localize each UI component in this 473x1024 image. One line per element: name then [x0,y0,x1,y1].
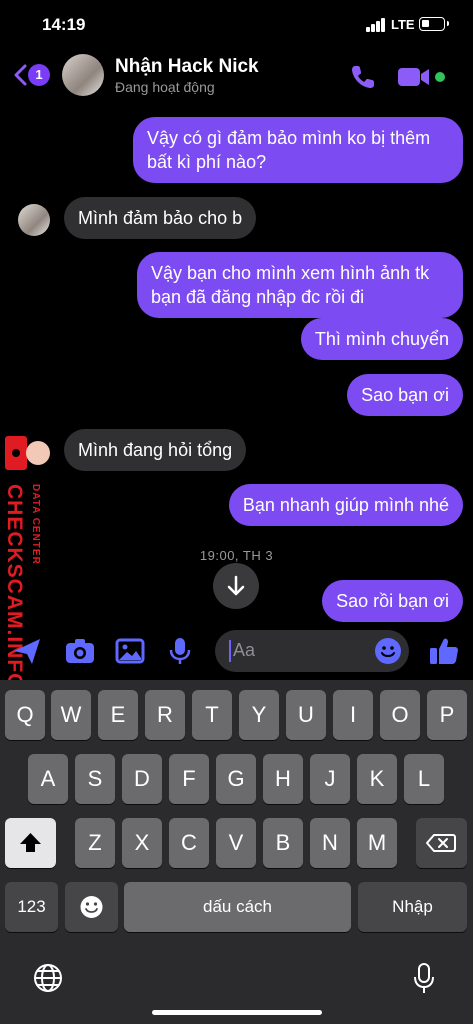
contact-status: Đang hoạt động [115,79,215,95]
key-w[interactable]: W [51,690,91,740]
phone-call-icon[interactable] [348,62,378,92]
globe-icon[interactable] [32,962,64,994]
backspace-key[interactable] [416,818,467,868]
key-k[interactable]: K [357,754,397,804]
unread-badge: 1 [28,64,50,86]
scroll-to-bottom-button[interactable] [213,563,259,609]
emoji-keyboard-icon [80,896,103,918]
shift-arrow-icon [20,833,41,852]
key-g[interactable]: G [216,754,256,804]
online-indicator [435,72,445,82]
camera-icon[interactable] [63,634,97,668]
thumbs-up-icon[interactable] [427,634,461,668]
backspace-icon [426,834,456,852]
key-x[interactable]: X [122,818,162,868]
status-time: 14:19 [42,15,86,34]
key-n[interactable]: N [310,818,350,868]
key-j[interactable]: J [310,754,350,804]
time-separator: 19:00, TH 3 [199,548,274,563]
conversation-header: 1 Nhận Hack Nick Đang hoạt động [0,48,473,104]
message-bubble-outgoing[interactable]: Vậy có gì đảm bảo mình ko bị thêm bất kì… [133,117,463,183]
emoji-key[interactable] [65,882,118,932]
contact-avatar-small [18,204,50,236]
numbers-key[interactable]: 123 [5,882,58,932]
key-y[interactable]: Y [239,690,279,740]
key-v[interactable]: V [216,818,256,868]
contact-avatar[interactable] [62,54,104,96]
keyboard: Q W E R T Y U I O P A S D F G H J K L Z … [0,680,473,1024]
message-input-placeholder: Aa [233,640,256,660]
key-c[interactable]: C [169,818,209,868]
back-button[interactable]: 1 [12,60,54,90]
key-h[interactable]: H [263,754,303,804]
key-i[interactable]: I [333,690,373,740]
message-bubble-incoming[interactable]: Mình đang hỏi tổng [64,429,247,471]
message-bubble-outgoing[interactable]: Thì mình chuyển [300,318,463,360]
home-indicator[interactable] [152,1010,322,1015]
return-key[interactable]: Nhập [358,882,467,932]
smiley-icon [381,646,395,657]
key-q[interactable]: Q [5,690,45,740]
key-e[interactable]: E [98,690,138,740]
message-bubble-outgoing[interactable]: Sao rồi bạn ơi [322,580,463,622]
video-call-icon[interactable] [396,64,432,90]
status-bar: 14:19 LTE [0,0,473,48]
key-a[interactable]: A [28,754,68,804]
text-caret [229,640,231,662]
key-b[interactable]: B [263,818,303,868]
key-d[interactable]: D [122,754,162,804]
battery-icon [419,17,449,31]
send-location-icon[interactable] [10,634,44,668]
watermark-logo-icon [5,436,50,470]
arrow-down-icon [227,575,245,596]
network-type: LTE [391,17,415,32]
dictation-mic-icon[interactable] [410,962,438,996]
key-o[interactable]: O [380,690,420,740]
contact-name[interactable]: Nhận Hack Nick [115,56,259,78]
key-f[interactable]: F [169,754,209,804]
chevron-left-icon [14,64,27,86]
message-input[interactable]: Aa [215,630,409,672]
watermark-subtext: DATA CENTER [30,484,41,565]
key-t[interactable]: T [192,690,232,740]
message-bubble-outgoing[interactable]: Sao bạn ơi [347,374,463,416]
message-bubble-outgoing[interactable]: Vậy bạn cho mình xem hình ảnh tk bạn đã … [137,252,463,318]
key-p[interactable]: P [427,690,467,740]
key-s[interactable]: S [75,754,115,804]
message-bubble-outgoing[interactable]: Bạn nhanh giúp mình nhé [228,484,463,526]
key-z[interactable]: Z [75,818,115,868]
emoji-button[interactable] [375,638,401,664]
key-l[interactable]: L [404,754,444,804]
key-m[interactable]: M [357,818,397,868]
microphone-icon[interactable] [163,634,197,668]
message-composer: Aa [0,624,473,680]
space-key[interactable]: dấu cách [124,882,351,932]
shift-key[interactable] [5,818,56,868]
gallery-icon[interactable] [113,634,147,668]
key-u[interactable]: U [286,690,326,740]
signal-icon [366,18,386,32]
message-bubble-incoming[interactable]: Mình đảm bảo cho b [64,197,257,239]
message-list[interactable]: Vậy có gì đảm bảo mình ko bị thêm bất kì… [0,104,473,624]
key-r[interactable]: R [145,690,185,740]
